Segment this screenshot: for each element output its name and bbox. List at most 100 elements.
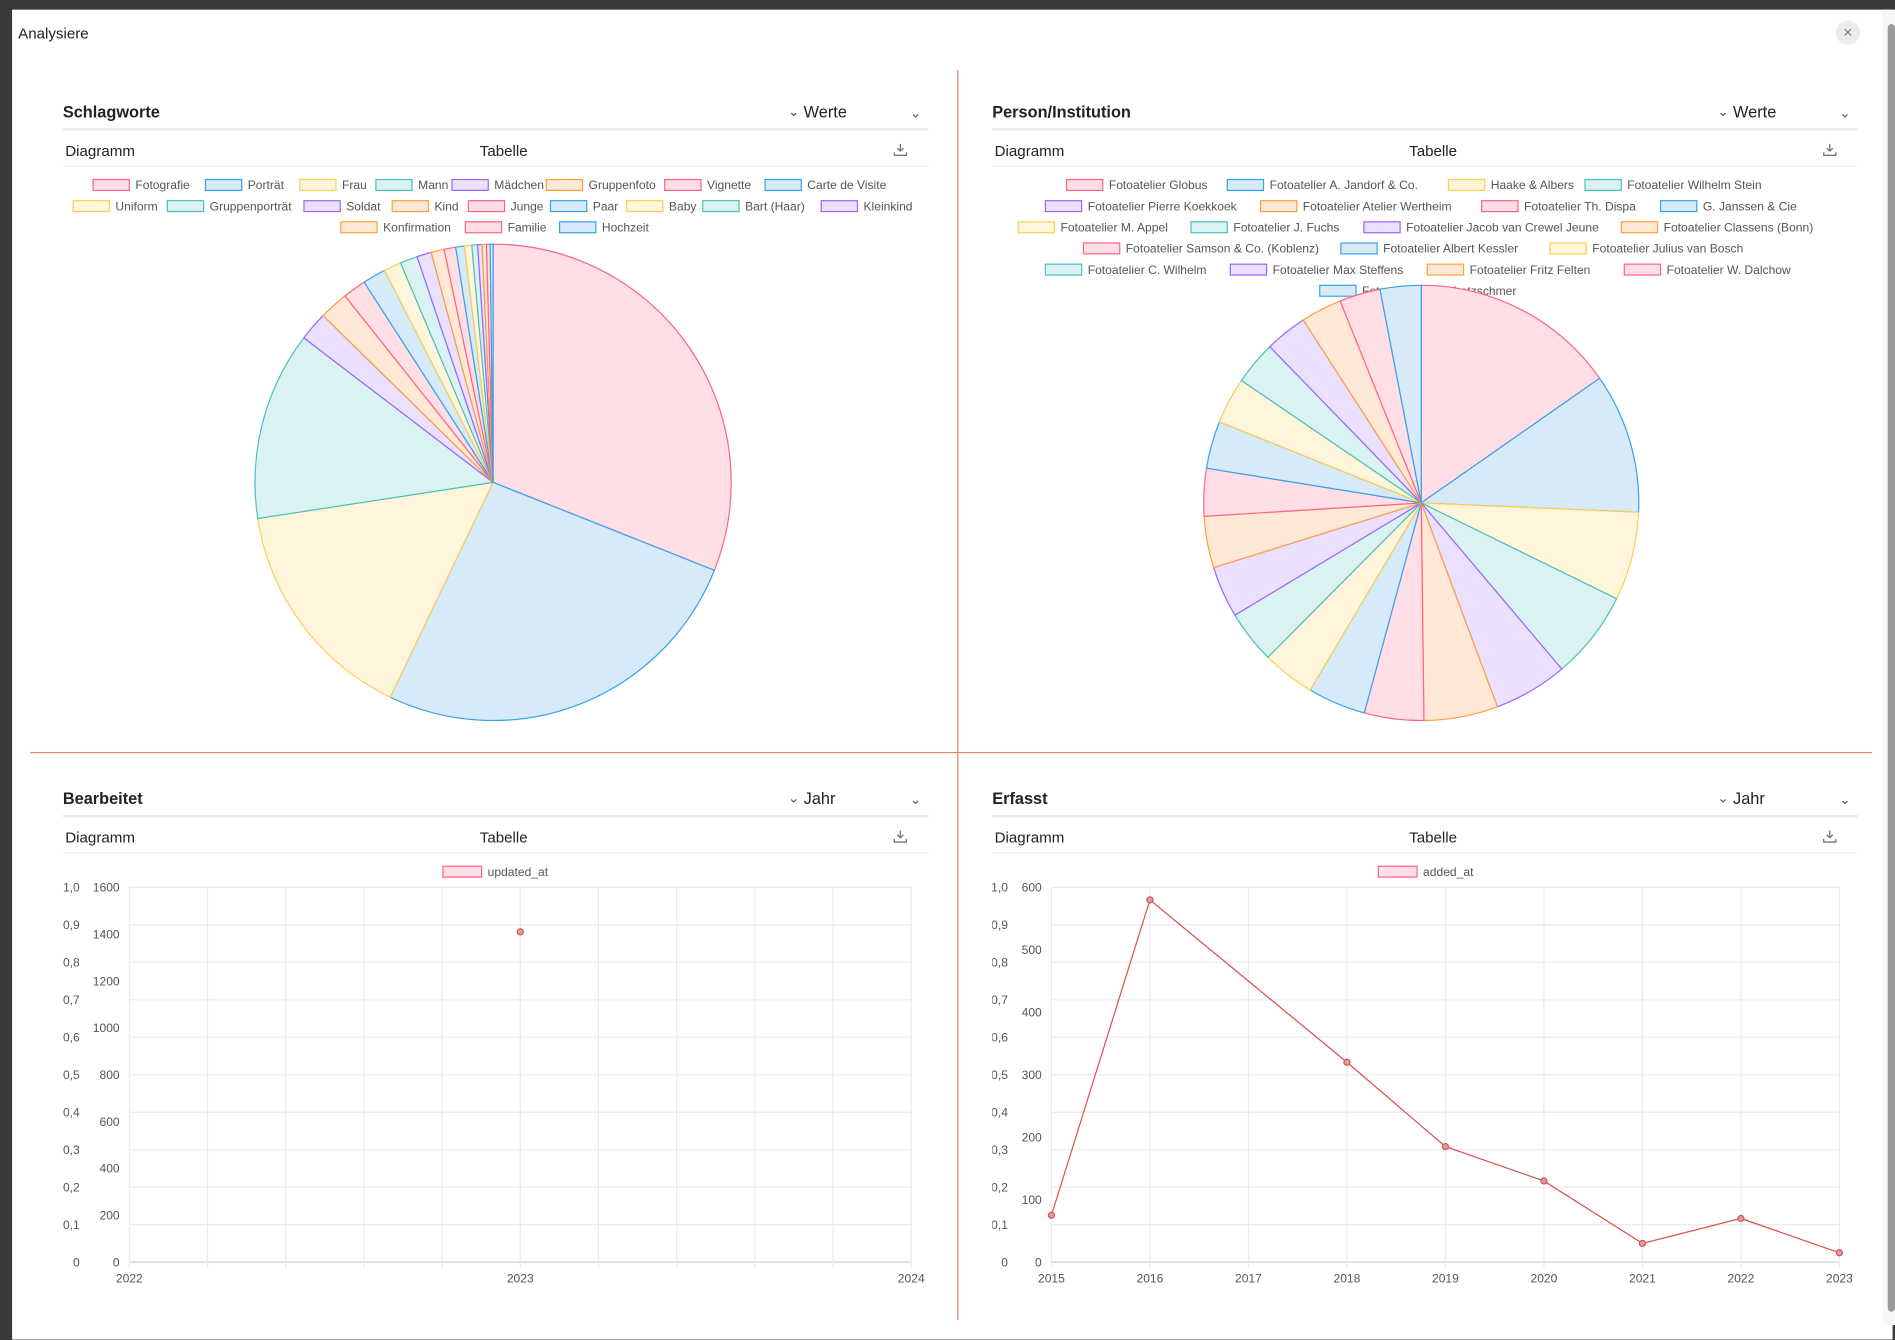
- legend-item[interactable]: updated_at: [442, 865, 549, 879]
- y-tick-label: 1200: [93, 974, 120, 988]
- data-point[interactable]: [1441, 1142, 1450, 1151]
- data-point[interactable]: [1737, 1214, 1745, 1223]
- tab-diagram[interactable]: Diagramm: [65, 143, 135, 160]
- panel-title: Schlagworte: [62, 102, 160, 121]
- view-tabs: Diagramm Tabelle: [992, 826, 1858, 854]
- legend-item[interactable]: Fotoatelier A. Jandorf & Co.: [1226, 178, 1418, 192]
- legend-label: Fotoatelier Fritz Felten: [1470, 263, 1591, 277]
- legend-item[interactable]: Familie: [464, 221, 547, 235]
- legend-label: Uniform: [115, 199, 157, 213]
- legend-item[interactable]: Hochzeit: [558, 221, 650, 235]
- y-tick-label: 1000: [93, 1021, 120, 1035]
- chevron-down-icon: ⌄: [787, 105, 800, 120]
- legend-item[interactable]: Fotoatelier Pierre Koekkoek: [1044, 199, 1238, 213]
- tab-table[interactable]: Tabelle: [480, 143, 528, 160]
- value-type-select[interactable]: ⌄ Werte ⌄: [788, 102, 926, 126]
- y-secondary-tick-label: 0,4: [992, 1105, 1008, 1119]
- legend-item[interactable]: Fotoatelier M. Appel: [1017, 221, 1168, 235]
- y-tick-label: 1600: [93, 881, 120, 895]
- legend-item[interactable]: Bart (Haar): [702, 199, 805, 213]
- legend-item[interactable]: Fotoatelier Jacob van Crewel Jeune: [1363, 221, 1599, 235]
- x-tick-label: 2018: [1333, 1272, 1360, 1286]
- panel-title: Person/Institution: [992, 102, 1131, 121]
- data-point[interactable]: [1343, 1058, 1351, 1066]
- legend-label: Vignette: [707, 178, 751, 192]
- legend-item[interactable]: Fotoatelier C. Wilhelm: [1044, 263, 1206, 277]
- y-tick-label: 300: [1022, 1068, 1042, 1082]
- legend-item[interactable]: Gruppenfoto: [545, 178, 656, 192]
- legend-item[interactable]: G. Janssen & Cie: [1659, 199, 1798, 213]
- close-button[interactable]: ×: [1835, 20, 1860, 45]
- legend-label: Fotoatelier Classens (Bonn): [1664, 221, 1814, 235]
- legend-item[interactable]: Mädchen: [451, 178, 544, 192]
- download-icon[interactable]: [892, 141, 909, 158]
- legend-swatch: [1190, 221, 1228, 234]
- scrollbar-thumb[interactable]: [1887, 24, 1895, 1312]
- legend-item[interactable]: Fotoatelier Wilhelm Stein: [1584, 178, 1762, 192]
- legend-item[interactable]: Fotoatelier Samson & Co. (Koblenz): [1082, 242, 1319, 256]
- legend-item[interactable]: Carte de Visite: [764, 178, 887, 192]
- legend-item[interactable]: Kleinkind: [820, 199, 913, 213]
- legend-swatch: [1319, 284, 1357, 297]
- data-point[interactable]: [1540, 1177, 1548, 1185]
- legend-item[interactable]: Fotoatelier Atelier Wertheim: [1259, 199, 1452, 213]
- download-icon[interactable]: [1821, 828, 1838, 845]
- tab-diagram[interactable]: Diagramm: [995, 143, 1065, 160]
- legend-item[interactable]: Haake & Albers: [1447, 178, 1574, 192]
- legend-item[interactable]: added_at: [1377, 865, 1474, 879]
- data-point[interactable]: [1638, 1239, 1647, 1248]
- legend-item[interactable]: Fotoatelier W. Dalchow: [1623, 263, 1791, 277]
- legend-item[interactable]: Paar: [549, 199, 618, 213]
- tab-table[interactable]: Tabelle: [480, 829, 528, 846]
- legend-label: updated_at: [488, 865, 549, 879]
- legend-item[interactable]: Fotoatelier Globus: [1065, 178, 1208, 192]
- legend-item[interactable]: Konfirmation: [340, 221, 451, 235]
- data-point[interactable]: [1146, 896, 1154, 904]
- legend-item[interactable]: Fotoatelier Classens (Bonn): [1620, 221, 1814, 235]
- legend-item[interactable]: Soldat: [303, 199, 381, 213]
- legend-item[interactable]: Porträt: [204, 178, 285, 192]
- tab-table[interactable]: Tabelle: [1409, 829, 1457, 846]
- legend-item[interactable]: Baby: [626, 199, 698, 213]
- legend-item[interactable]: Junge: [467, 199, 544, 213]
- legend-item[interactable]: Kind: [391, 199, 459, 213]
- legend-item[interactable]: Fotoatelier Fritz Felten: [1426, 263, 1591, 277]
- legend-item[interactable]: Fotografie: [92, 178, 190, 192]
- legend-item[interactable]: Frau: [299, 178, 367, 192]
- download-icon[interactable]: [892, 828, 909, 845]
- tab-table[interactable]: Tabelle: [1409, 143, 1457, 160]
- tab-diagram[interactable]: Diagramm: [995, 829, 1065, 846]
- vertical-divider: [957, 70, 959, 1321]
- legend-item[interactable]: Mann: [375, 178, 449, 192]
- legend-swatch: [391, 200, 430, 213]
- legend-item[interactable]: Vignette: [664, 178, 752, 192]
- y-tick-label: 400: [99, 1162, 119, 1176]
- legend-item[interactable]: Fotoatelier Max Steffens: [1229, 263, 1403, 277]
- legend-label: Fotoatelier W. Dalchow: [1667, 263, 1791, 277]
- legend-label: Fotoatelier Jacob van Crewel Jeune: [1406, 221, 1599, 235]
- legend-item[interactable]: Gruppenporträt: [166, 199, 292, 213]
- line-chart-erfasst: added_at 0 0,1 0,2 0,3 0,4 0,5 0,6 0,7 0,8 0,9 1,0 0…: [992, 865, 1853, 1286]
- legend-item[interactable]: Fotoatelier Albert Kessler: [1340, 242, 1518, 256]
- data-point[interactable]: [516, 928, 524, 936]
- data-point[interactable]: [1835, 1249, 1844, 1257]
- legend-swatch: [764, 178, 802, 192]
- period-select[interactable]: ⌄ Jahr ⌄: [788, 788, 926, 812]
- legend-item[interactable]: Uniform: [72, 199, 158, 213]
- legend-label: Fotoatelier M. Appel: [1061, 221, 1168, 235]
- legend-swatch: [702, 200, 740, 213]
- legend-item[interactable]: Fotoatelier Th. Dispa: [1481, 199, 1636, 213]
- tab-diagram[interactable]: Diagramm: [65, 829, 135, 846]
- y-tick-label: 200: [99, 1209, 119, 1223]
- legend-swatch: [72, 200, 110, 213]
- data-point[interactable]: [1047, 1211, 1056, 1219]
- view-tabs: Diagramm Tabelle: [62, 826, 929, 854]
- period-select[interactable]: ⌄ Jahr ⌄: [1717, 788, 1855, 812]
- chevron-down-icon: ⌄: [1717, 791, 1729, 807]
- value-type-select[interactable]: ⌄ Werte ⌄: [1717, 102, 1855, 126]
- legend-label: Fotoatelier Pierre Koekkoek: [1088, 199, 1238, 213]
- legend-item[interactable]: Fotoatelier Julius van Bosch: [1549, 242, 1743, 256]
- legend-label: Fotoatelier Wilhelm Stein: [1627, 178, 1761, 192]
- legend-item[interactable]: Fotoatelier J. Fuchs: [1190, 221, 1339, 235]
- download-icon[interactable]: [1821, 141, 1838, 158]
